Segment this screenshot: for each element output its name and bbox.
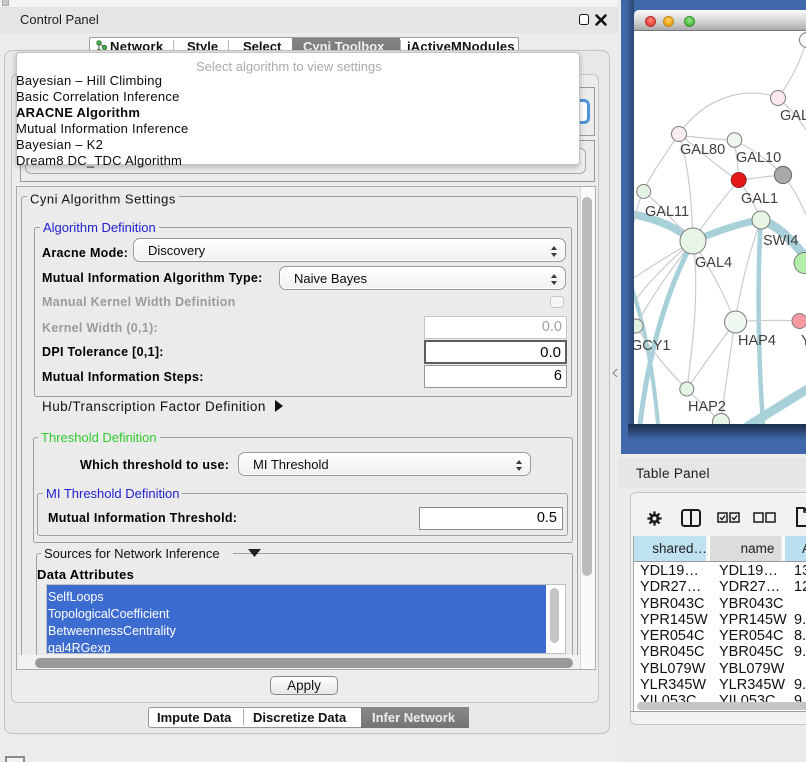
svg-text:GAL80: GAL80 (680, 142, 725, 158)
svg-text:YP: YP (801, 333, 806, 349)
svg-text:HAP2: HAP2 (688, 399, 726, 415)
svg-text:GAL4: GAL4 (695, 255, 732, 271)
svg-text:GAL10: GAL10 (736, 150, 781, 166)
svg-text:GAL11: GAL11 (645, 204, 689, 220)
svg-text:GAL7: GAL7 (780, 108, 806, 124)
svg-text:HAP4: HAP4 (738, 333, 776, 349)
svg-text:SWI4: SWI4 (763, 233, 798, 249)
svg-text:GCY1: GCY1 (634, 338, 671, 354)
svg-text:GAL1: GAL1 (741, 191, 778, 207)
